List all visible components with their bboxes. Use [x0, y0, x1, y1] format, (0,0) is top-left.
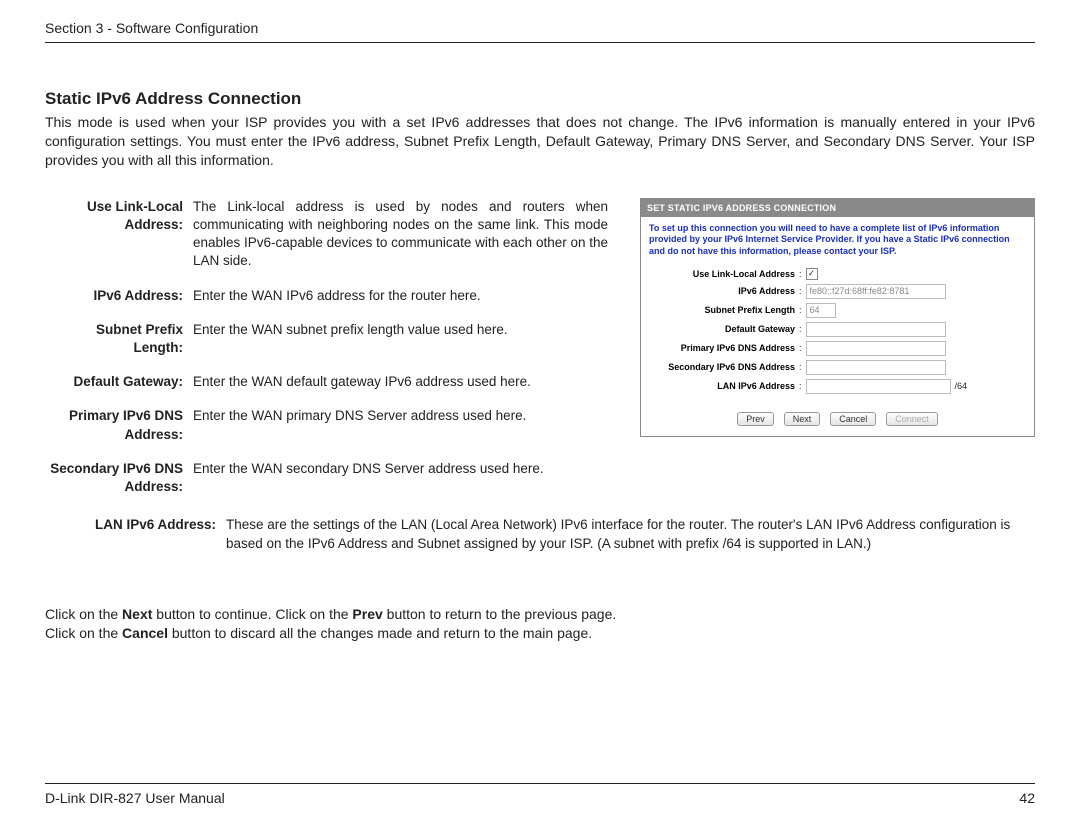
def-term: IPv6 Address:	[45, 287, 193, 321]
def-term: LAN IPv6 Address:	[45, 516, 226, 568]
instruction-paragraph: Click on the Next button to continue. Cl…	[45, 605, 1035, 644]
def-desc: Enter the WAN subnet prefix length value…	[193, 321, 608, 373]
section-header: Section 3 - Software Configuration	[45, 20, 1035, 43]
lan-suffix-label: /64	[955, 381, 968, 391]
definitions-block: Use Link-LocalAddress: The Link-local ad…	[45, 198, 608, 513]
field-label: Use Link-Local Address	[649, 269, 799, 279]
page-number: 42	[1019, 790, 1035, 806]
primary-dns-input[interactable]	[806, 341, 946, 356]
default-gateway-input[interactable]	[806, 322, 946, 337]
secondary-dns-input[interactable]	[806, 360, 946, 375]
cancel-button[interactable]: Cancel	[830, 412, 876, 426]
lan-ipv6-input[interactable]	[806, 379, 951, 394]
prev-button[interactable]: Prev	[737, 412, 774, 426]
ipv6-address-input[interactable]: fe80::f27d:68ff:fe82:8781	[806, 284, 946, 299]
def-desc: The Link-local address is used by nodes …	[193, 198, 608, 287]
def-term: Secondary IPv6 DNSAddress:	[45, 460, 193, 512]
use-link-local-checkbox[interactable]: ✓	[806, 268, 818, 280]
def-desc: Enter the WAN IPv6 address for the route…	[193, 287, 608, 321]
field-label: Secondary IPv6 DNS Address	[649, 362, 799, 372]
field-label: Default Gateway	[649, 324, 799, 334]
connect-button[interactable]: Connect	[886, 412, 938, 426]
def-term: Subnet PrefixLength:	[45, 321, 193, 373]
next-button[interactable]: Next	[784, 412, 821, 426]
def-term: Primary IPv6 DNSAddress:	[45, 407, 193, 459]
def-desc: These are the settings of the LAN (Local…	[226, 516, 1035, 568]
def-desc: Enter the WAN primary DNS Server address…	[193, 407, 608, 459]
def-desc: Enter the WAN default gateway IPv6 addre…	[193, 373, 608, 407]
field-label: LAN IPv6 Address	[649, 381, 799, 391]
subnet-prefix-input[interactable]: 64	[806, 303, 836, 318]
def-term: Use Link-LocalAddress:	[45, 198, 193, 287]
field-label: Subnet Prefix Length	[649, 305, 799, 315]
embedded-screenshot: SET STATIC IPV6 ADDRESS CONNECTION To se…	[640, 198, 1035, 437]
panel-note: To set up this connection you will need …	[649, 223, 1026, 258]
field-label: IPv6 Address	[649, 286, 799, 296]
field-label: Primary IPv6 DNS Address	[649, 343, 799, 353]
footer-left: D-Link DIR-827 User Manual	[45, 790, 225, 806]
intro-paragraph: This mode is used when your ISP provides…	[45, 113, 1035, 170]
panel-title: SET STATIC IPV6 ADDRESS CONNECTION	[641, 199, 1034, 217]
def-desc: Enter the WAN secondary DNS Server addre…	[193, 460, 608, 512]
page-title: Static IPv6 Address Connection	[45, 89, 1035, 109]
def-term: Default Gateway:	[45, 373, 193, 407]
